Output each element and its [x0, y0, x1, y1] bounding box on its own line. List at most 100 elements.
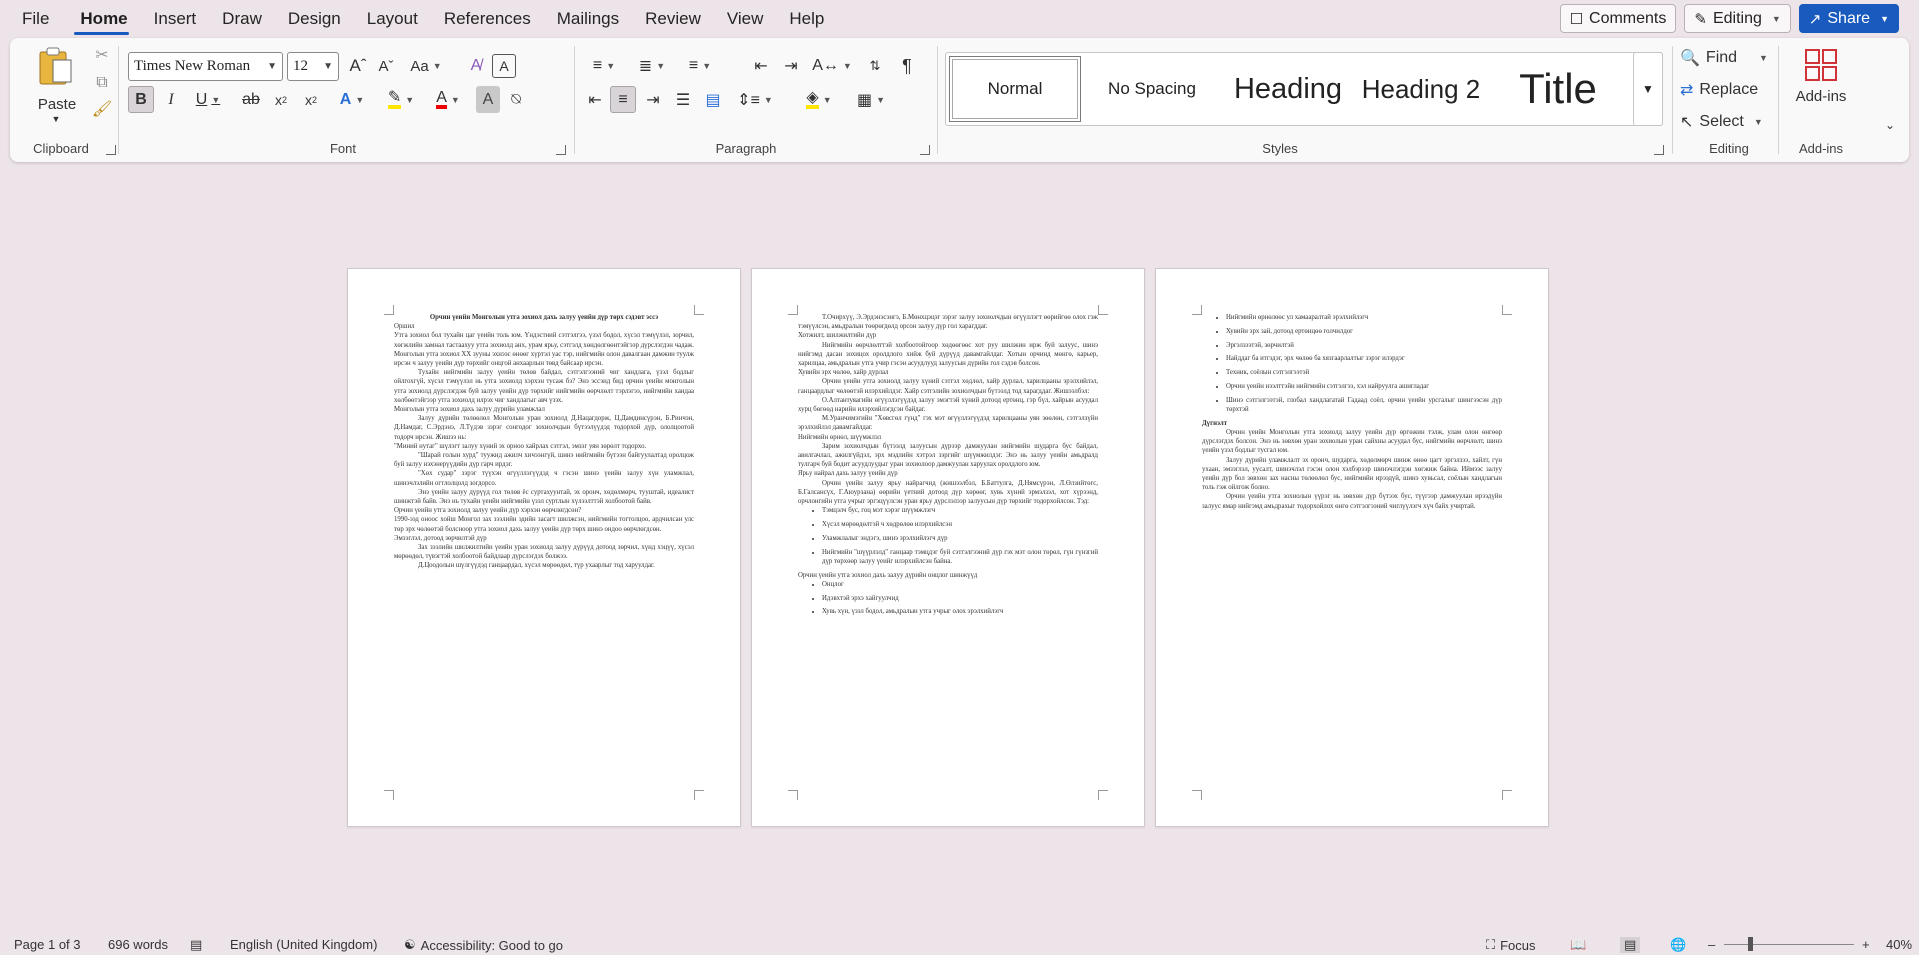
- line-spacing-icon[interactable]: ⇕≡ ▼: [732, 86, 778, 113]
- paste-icon[interactable]: [37, 46, 75, 86]
- paragraph: Зарим зохиолчдын бүтээлд залуусын дүрээр…: [798, 442, 1098, 469]
- style-normal[interactable]: Normal: [949, 56, 1081, 122]
- italic-button[interactable]: I: [158, 86, 184, 113]
- styles-launcher-icon[interactable]: [1654, 145, 1664, 155]
- text-effects-box-icon[interactable]: A: [492, 54, 516, 78]
- enclose-characters-icon[interactable]: ⍉: [504, 86, 528, 113]
- page-count[interactable]: Page 1 of 3: [14, 937, 81, 952]
- paste-button[interactable]: Paste: [36, 94, 78, 114]
- tab-insert[interactable]: Insert: [141, 0, 210, 38]
- grow-font-icon[interactable]: Aˆ: [346, 54, 370, 78]
- style-title[interactable]: Title: [1491, 56, 1625, 122]
- find-button[interactable]: 🔍 Find ▼: [1680, 46, 1770, 70]
- copy-icon[interactable]: ⧉: [90, 72, 114, 94]
- font-launcher-icon[interactable]: [556, 145, 566, 155]
- tab-home[interactable]: Home: [62, 0, 140, 38]
- borders-icon[interactable]: ▦ ▼: [848, 86, 894, 113]
- sort-icon[interactable]: ⇅: [862, 54, 888, 78]
- zoom-slider[interactable]: [1724, 944, 1854, 945]
- share-button[interactable]: ↗ Share ▼: [1798, 4, 1899, 33]
- tab-references[interactable]: References: [431, 0, 544, 38]
- font-name-field[interactable]: Times New Roman ▼: [128, 52, 283, 81]
- align-left-icon[interactable]: ⇤: [582, 86, 608, 113]
- read-mode-icon[interactable]: 📖: [1570, 937, 1586, 953]
- style-heading[interactable]: Heading: [1222, 56, 1354, 122]
- bullets-icon[interactable]: ≡ ▼: [582, 54, 626, 78]
- change-case-icon[interactable]: Aa ▼: [406, 54, 446, 78]
- text-effects-icon[interactable]: A ▼: [332, 86, 372, 113]
- divider: [574, 46, 575, 154]
- focus-button[interactable]: ⛶ Focus: [1486, 937, 1536, 953]
- add-ins-button[interactable]: Add-ins: [1790, 86, 1852, 106]
- increase-indent-icon[interactable]: ⇥: [778, 54, 804, 78]
- divider: [1672, 46, 1673, 154]
- font-color-icon[interactable]: A ▼: [428, 86, 468, 113]
- font-size-field[interactable]: 12 ▼: [287, 52, 339, 81]
- shrink-font-icon[interactable]: Aˇ: [374, 54, 398, 78]
- paragraph: Эмзэглэл, дотоод зөрчилтэй дүр: [394, 534, 487, 542]
- tab-mailings[interactable]: Mailings: [544, 0, 632, 38]
- proofing-icon[interactable]: ▤: [190, 937, 202, 953]
- strikethrough-button[interactable]: ab: [238, 86, 264, 113]
- zoom-out-button[interactable]: –: [1708, 937, 1715, 952]
- tab-design[interactable]: Design: [275, 0, 354, 38]
- character-shading-icon[interactable]: A: [476, 86, 500, 113]
- superscript-button[interactable]: x2: [298, 86, 324, 113]
- multilevel-list-icon[interactable]: ≡ ▼: [678, 54, 722, 78]
- justify-icon[interactable]: ☰: [670, 86, 696, 113]
- style-no-spacing[interactable]: No Spacing: [1086, 56, 1218, 122]
- tab-draw[interactable]: Draw: [209, 0, 275, 38]
- paragraph: Оршил: [394, 323, 415, 331]
- collapse-ribbon-chevron-icon[interactable]: ⌄: [1880, 116, 1900, 134]
- tab-view[interactable]: View: [714, 0, 777, 38]
- numbering-icon[interactable]: ≣ ▼: [630, 54, 674, 78]
- underline-button[interactable]: U ▼: [188, 86, 228, 113]
- paragraph: Орчин үеийн залуу ярьу найрагчид (жишээл…: [798, 479, 1098, 506]
- document-page-1[interactable]: Орчин үеийн Монголын утга зохиол дахь за…: [347, 268, 741, 827]
- comments-button[interactable]: ☐ Comments: [1559, 4, 1677, 33]
- zoom-slider-thumb[interactable]: [1748, 937, 1753, 951]
- replace-button[interactable]: ⇄ Replace: [1680, 78, 1770, 102]
- shading-icon[interactable]: ◈ ▼: [796, 86, 842, 113]
- distributed-icon[interactable]: ▤: [700, 86, 726, 113]
- list-item: Эргэлзээтэй, зөрчилтэй: [1226, 341, 1502, 350]
- format-painter-icon[interactable]: 🖌: [90, 98, 114, 120]
- show-formatting-marks-icon[interactable]: ¶: [894, 54, 920, 78]
- addins-group-label: Add-ins: [1798, 141, 1844, 156]
- subscript-button[interactable]: x2: [268, 86, 294, 113]
- find-label: Find: [1705, 49, 1738, 66]
- editing-mode-button[interactable]: ✎ Editing ▼: [1684, 4, 1791, 33]
- web-layout-icon[interactable]: 🌐: [1670, 937, 1686, 953]
- align-center-icon[interactable]: ≡: [610, 86, 636, 113]
- align-right-icon[interactable]: ⇥: [640, 86, 666, 113]
- styles-more-chevron-icon[interactable]: ▼: [1633, 52, 1663, 126]
- accessibility-status[interactable]: ☯ Accessibility: Good to go: [404, 937, 563, 953]
- text-direction-icon[interactable]: A↔ ▼: [810, 54, 854, 78]
- chevron-down-icon: ▼: [1880, 13, 1889, 24]
- add-ins-icon[interactable]: [1804, 48, 1838, 82]
- paragraph: Тухайн нийгмийн залуу үеийн төлөв байдал…: [394, 369, 694, 404]
- print-layout-icon[interactable]: ▤: [1620, 937, 1641, 953]
- word-count[interactable]: 696 words: [108, 937, 168, 952]
- style-heading-2[interactable]: Heading 2: [1358, 56, 1484, 122]
- paragraph: Нийгмийн өөрчлөлттэй холбоотойгоор хөдөө…: [798, 341, 1098, 368]
- document-page-3[interactable]: Нийгмийн өрнөлөөс ул хамааралтай эрэлхий…: [1155, 268, 1549, 827]
- clipboard-launcher-icon[interactable]: [106, 145, 116, 155]
- clear-formatting-icon[interactable]: A̸: [464, 54, 488, 78]
- highlight-color-icon[interactable]: ✎ ▼: [378, 86, 424, 113]
- select-button[interactable]: ↖ Select ▼: [1680, 110, 1770, 134]
- zoom-in-button[interactable]: +: [1862, 937, 1870, 952]
- decrease-indent-icon[interactable]: ⇤: [748, 54, 774, 78]
- share-label: Share: [1827, 9, 1871, 27]
- tab-layout[interactable]: Layout: [354, 0, 431, 38]
- paragraph-launcher-icon[interactable]: [920, 145, 930, 155]
- document-page-2[interactable]: Т.Очирхүү, Э.Эрдэнэсэнгэ, Б.Мөнхцэцэг зэ…: [751, 268, 1145, 827]
- tab-file[interactable]: File: [0, 0, 62, 38]
- tab-review[interactable]: Review: [632, 0, 714, 38]
- language[interactable]: English (United Kingdom): [230, 937, 377, 952]
- cut-icon[interactable]: ✂: [90, 44, 114, 66]
- tab-help[interactable]: Help: [776, 0, 837, 38]
- chevron-down-icon[interactable]: ▼: [50, 112, 62, 126]
- bold-button[interactable]: B: [128, 86, 154, 113]
- zoom-level[interactable]: 40%: [1886, 937, 1912, 952]
